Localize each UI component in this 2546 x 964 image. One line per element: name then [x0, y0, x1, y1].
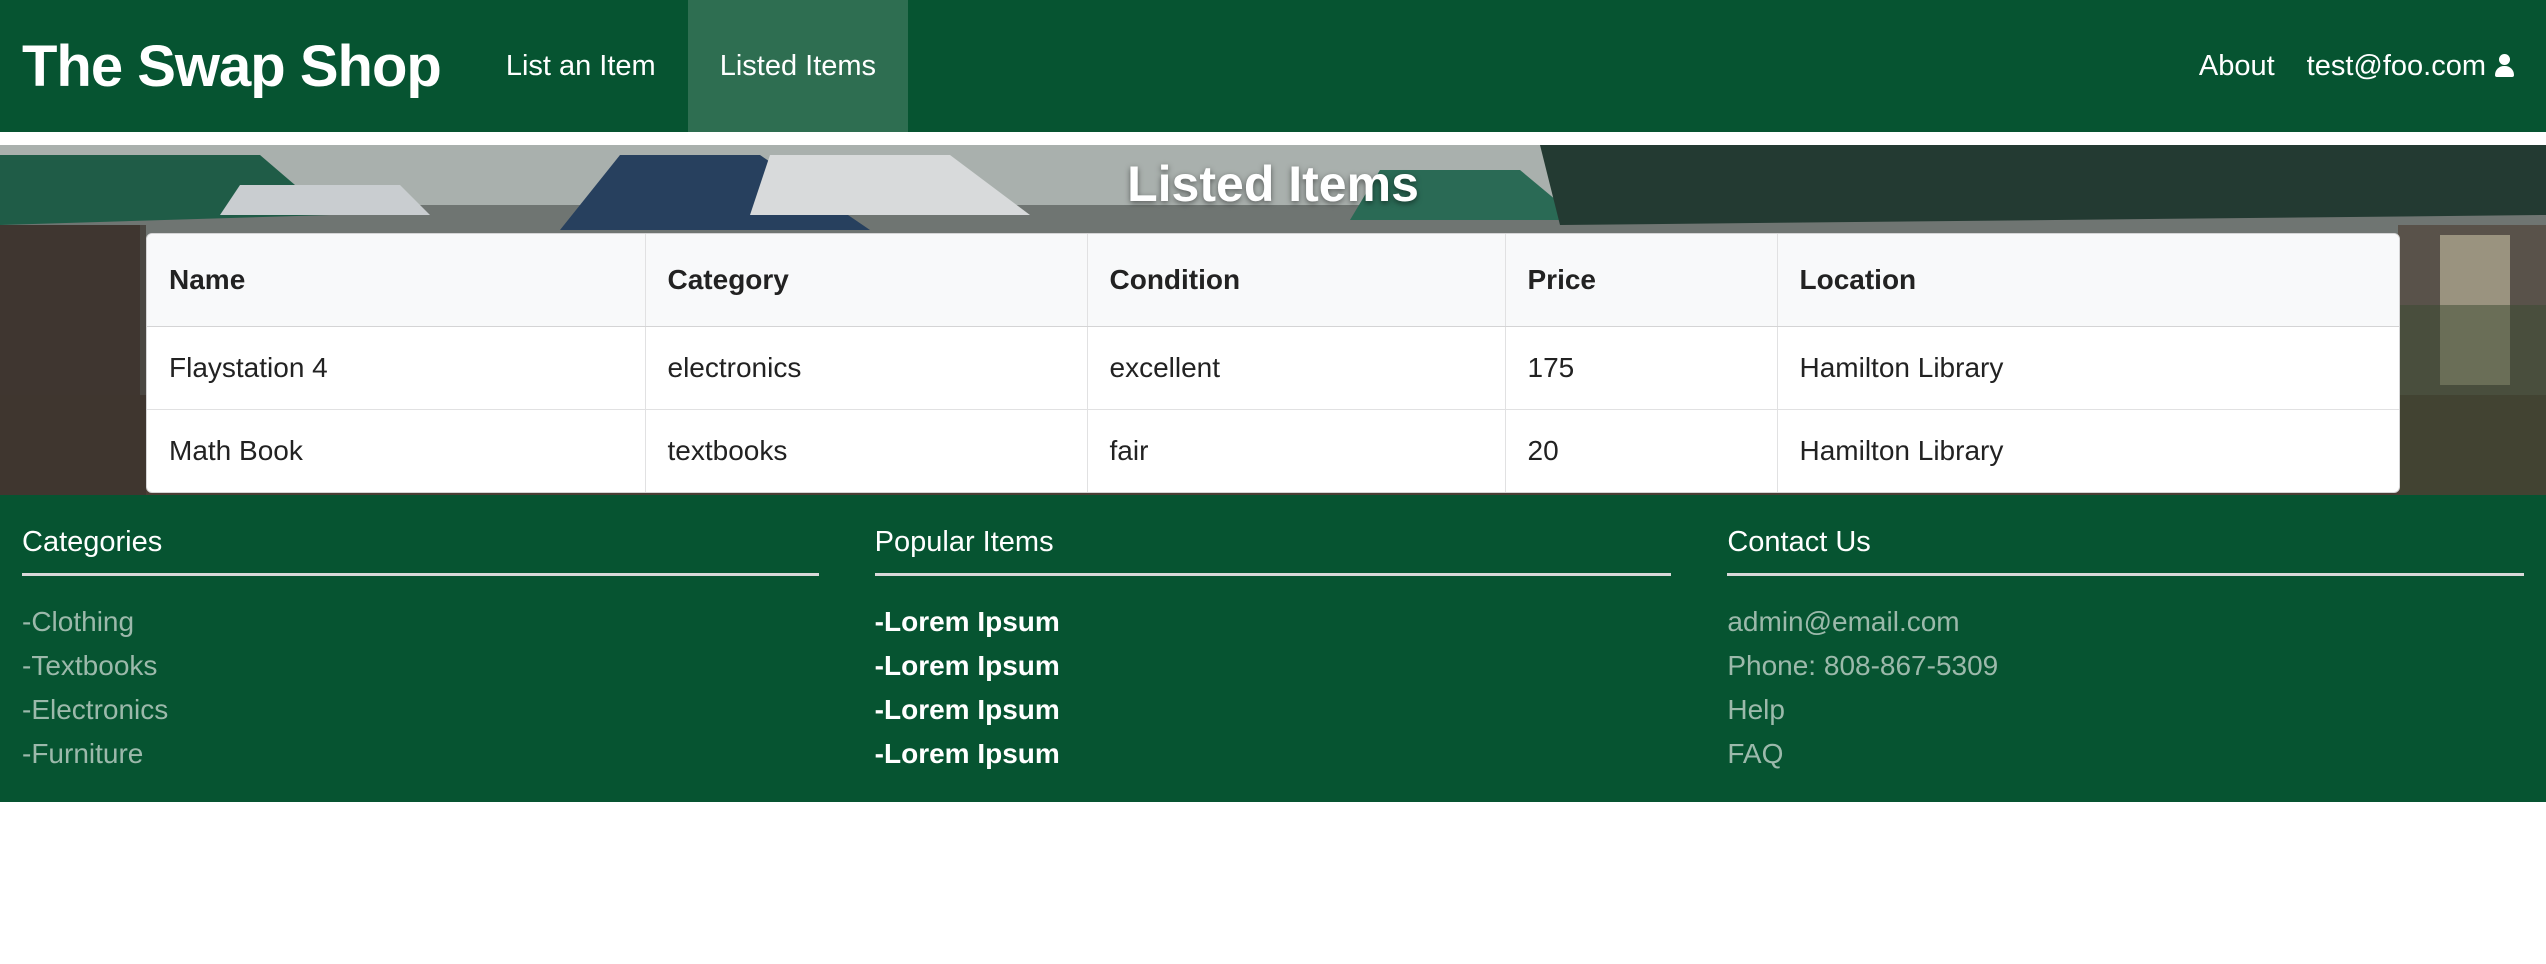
- user-icon: [2494, 54, 2514, 78]
- cell-price: 175: [1504, 326, 1777, 409]
- site-footer: Categories -Clothing -Textbooks -Electro…: [0, 495, 2546, 802]
- cell-price: 20: [1504, 408, 1777, 492]
- nav-listed-items[interactable]: Listed Items: [687, 0, 909, 132]
- cell-condition: excellent: [1086, 326, 1505, 409]
- footer-heading-contact: Contact Us: [1727, 526, 2525, 576]
- cell-condition: fair: [1086, 408, 1505, 492]
- listed-items-table: Name Category Condition Price Location F…: [146, 233, 2400, 493]
- footer-heading-categories: Categories: [22, 526, 819, 576]
- user-menu[interactable]: test@foo.com: [2307, 50, 2514, 83]
- top-navbar: The Swap Shop List an Item Listed Items …: [0, 0, 2546, 132]
- footer-popular-item[interactable]: -Lorem Ipsum: [875, 644, 1672, 688]
- footer-link-textbooks[interactable]: -Textbooks: [22, 644, 819, 688]
- cell-name: Flaystation 4: [169, 351, 328, 383]
- table-row[interactable]: Flaystation 4 electronics excellent 175 …: [147, 326, 2399, 409]
- table-row[interactable]: Math Book textbooks fair 20 Hamilton Lib…: [147, 408, 2399, 492]
- footer-link-furniture[interactable]: -Furniture: [22, 732, 819, 776]
- cell-category: electronics: [644, 326, 1087, 409]
- footer-heading-popular: Popular Items: [874, 526, 1672, 576]
- footer-link-electronics[interactable]: -Electronics: [22, 688, 819, 732]
- footer-contact-email[interactable]: admin@email.com: [1727, 600, 2524, 644]
- column-header-price[interactable]: Price: [1504, 234, 1777, 327]
- footer-link-faq[interactable]: FAQ: [1727, 732, 2524, 776]
- listed-items-section: Listed Items Name Category Condition Pri…: [0, 145, 2546, 495]
- nav-about[interactable]: About: [2199, 50, 2275, 83]
- cell-location: Hamilton Library: [1776, 326, 2399, 409]
- column-header-name[interactable]: Name: [147, 234, 645, 327]
- column-header-category[interactable]: Category: [644, 234, 1087, 327]
- nav-list-an-item[interactable]: List an Item: [474, 0, 688, 132]
- footer-contact: Contact Us admin@email.com Phone: 808-86…: [1727, 495, 2525, 802]
- footer-link-clothing[interactable]: -Clothing: [22, 600, 819, 644]
- footer-popular-item[interactable]: -Lorem Ipsum: [875, 688, 1672, 732]
- footer-contact-phone[interactable]: Phone: 808-867-5309: [1727, 644, 2524, 688]
- footer-popular-item[interactable]: -Lorem Ipsum: [875, 732, 1672, 776]
- brand-logo[interactable]: The Swap Shop: [22, 33, 442, 100]
- footer-link-help[interactable]: Help: [1727, 688, 2524, 732]
- table-header-row: Name Category Condition Price Location: [147, 234, 2399, 327]
- footer-categories: Categories -Clothing -Textbooks -Electro…: [22, 495, 819, 802]
- cell-name: Math Book: [147, 408, 645, 492]
- column-header-location[interactable]: Location: [1776, 234, 2399, 327]
- footer-popular-item[interactable]: -Lorem Ipsum: [875, 600, 1672, 644]
- user-email: test@foo.com: [2306, 49, 2486, 82]
- cell-category: textbooks: [644, 408, 1087, 492]
- column-header-condition[interactable]: Condition: [1086, 234, 1505, 327]
- nav-right-group: About test@foo.com: [2199, 50, 2514, 83]
- nav-divider: [0, 132, 2546, 145]
- cell-location: Hamilton Library: [1776, 408, 2399, 492]
- page-title: Listed Items: [1127, 156, 1419, 212]
- footer-popular-items: Popular Items -Lorem Ipsum -Lorem Ipsum …: [874, 495, 1672, 802]
